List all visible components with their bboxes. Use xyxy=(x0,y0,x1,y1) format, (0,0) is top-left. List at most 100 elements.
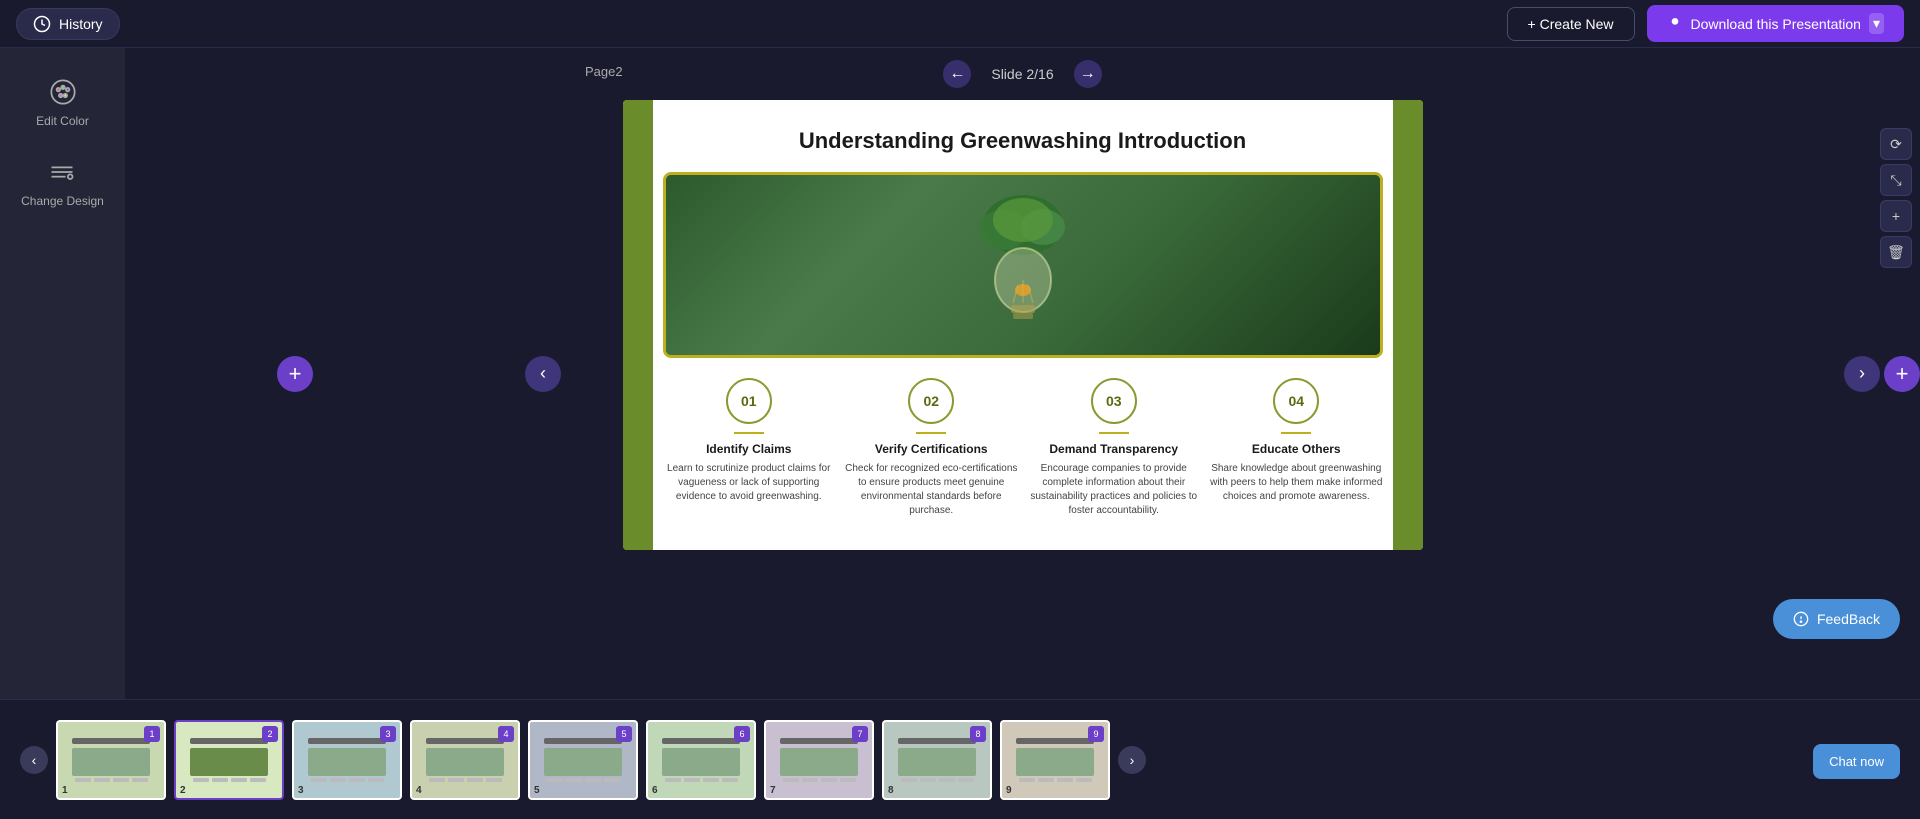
add-slide-left-button[interactable]: + xyxy=(277,356,313,392)
zoom-in-tool-button[interactable]: + xyxy=(1880,200,1912,232)
thumb-content-lines xyxy=(783,778,856,782)
slide-inner: Understanding Greenwashing Introduction xyxy=(623,100,1423,550)
thumbnail-item[interactable]: 3 3 xyxy=(292,720,402,800)
thumb-line xyxy=(250,778,266,782)
col-title: Identify Claims xyxy=(706,442,791,456)
history-button[interactable]: History xyxy=(16,8,120,40)
thumbnails-prev-button[interactable]: ‹ xyxy=(20,746,48,774)
thumb-line xyxy=(585,778,601,782)
col-number: 02 xyxy=(908,378,954,424)
thumb-line xyxy=(703,778,719,782)
prev-slide-button[interactable]: ‹ xyxy=(525,356,561,392)
col-divider xyxy=(1099,432,1129,434)
thumb-line xyxy=(448,778,464,782)
download-chevron-icon: ▾ xyxy=(1869,13,1884,34)
thumb-title-line xyxy=(190,738,268,744)
slide-content: Understanding Greenwashing Introduction xyxy=(623,100,1423,550)
slide-title: Understanding Greenwashing Introduction xyxy=(663,128,1383,154)
sidebar: Edit Color Change Design xyxy=(0,48,125,699)
palette-icon xyxy=(49,78,77,106)
thumb-content-lines xyxy=(547,778,620,782)
thumb-line xyxy=(1019,778,1035,782)
next-slide-button[interactable]: › xyxy=(1844,356,1880,392)
thumb-title-line xyxy=(308,738,386,744)
thumb-line xyxy=(1057,778,1073,782)
prev-slide-nav-button[interactable]: ← xyxy=(943,60,971,88)
thumb-title-line xyxy=(544,738,622,744)
thumbnail-badge: 2 xyxy=(262,726,278,742)
thumbnail-item[interactable]: 6 6 xyxy=(646,720,756,800)
refresh-tool-button[interactable]: ⟳ xyxy=(1880,128,1912,160)
slide-image-bg xyxy=(666,175,1380,355)
download-button[interactable]: Download this Presentation ▾ xyxy=(1647,5,1904,42)
thumb-line xyxy=(75,778,91,782)
feedback-label: FeedBack xyxy=(1817,611,1880,627)
thumb-line xyxy=(1076,778,1092,782)
col-divider xyxy=(1281,432,1311,434)
thumbnail-badge: 5 xyxy=(616,726,632,742)
thumb-content-lines xyxy=(901,778,974,782)
page-label: Page2 xyxy=(585,64,623,79)
chat-now-button[interactable]: Chat now xyxy=(1813,744,1900,779)
download-icon xyxy=(1667,16,1683,32)
thumb-title-line xyxy=(1016,738,1094,744)
thumb-line xyxy=(547,778,563,782)
slide-column-item: 03 Demand Transparency Encourage compani… xyxy=(1028,378,1201,518)
slide-image-wrapper xyxy=(663,172,1383,358)
thumbnail-item[interactable]: 2 2 xyxy=(174,720,284,800)
thumb-img-block xyxy=(1016,748,1094,776)
col-desc: Learn to scrutinize product claims for v… xyxy=(663,462,836,504)
thumb-line xyxy=(722,778,738,782)
slide-indicator: Slide 2/16 xyxy=(991,66,1053,82)
thumb-content-lines xyxy=(429,778,502,782)
col-title: Verify Certifications xyxy=(875,442,988,456)
history-label: History xyxy=(59,16,103,32)
thumb-line xyxy=(1038,778,1054,782)
thumbnail-number: 5 xyxy=(534,785,540,796)
delete-tool-button[interactable]: 🗑 xyxy=(1880,236,1912,268)
thumb-title-line xyxy=(662,738,740,744)
thumb-line xyxy=(467,778,483,782)
thumb-line xyxy=(802,778,818,782)
thumbnails-next-button[interactable]: › xyxy=(1118,746,1146,774)
thumb-line xyxy=(486,778,502,782)
thumbnail-item[interactable]: 5 5 xyxy=(528,720,638,800)
thumbnail-badge: 1 xyxy=(144,726,160,742)
thumbnail-item[interactable]: 8 8 xyxy=(882,720,992,800)
sidebar-item-edit-color[interactable]: Edit Color xyxy=(36,78,89,128)
col-number: 03 xyxy=(1091,378,1137,424)
thumbnail-badge: 4 xyxy=(498,726,514,742)
thumb-line xyxy=(901,778,917,782)
change-design-label: Change Design xyxy=(21,194,104,208)
thumbnail-number: 8 xyxy=(888,785,894,796)
thumbnail-item[interactable]: 9 9 xyxy=(1000,720,1110,800)
create-new-button[interactable]: + Create New xyxy=(1507,7,1635,41)
resize-tool-button[interactable]: ⤡ xyxy=(1880,164,1912,196)
thumb-img-block xyxy=(72,748,150,776)
feedback-button[interactable]: FeedBack xyxy=(1773,599,1900,639)
sidebar-item-change-design[interactable]: Change Design xyxy=(21,158,104,208)
topbar: History + Create New Download this Prese… xyxy=(0,0,1920,48)
four-columns: 01 Identify Claims Learn to scrutinize p… xyxy=(663,378,1383,518)
lightbulb-illustration xyxy=(963,185,1083,345)
thumb-line xyxy=(665,778,681,782)
col-title: Demand Transparency xyxy=(1049,442,1178,456)
thumb-line xyxy=(113,778,129,782)
thumb-line xyxy=(840,778,856,782)
col-title: Educate Others xyxy=(1252,442,1341,456)
next-slide-nav-button[interactable]: → xyxy=(1074,60,1102,88)
thumb-line xyxy=(566,778,582,782)
thumbnail-number: 2 xyxy=(180,785,186,796)
chat-now-label: Chat now xyxy=(1829,754,1884,769)
add-slide-right-button[interactable]: + xyxy=(1884,356,1920,392)
thumb-img-block xyxy=(662,748,740,776)
thumbnail-number: 1 xyxy=(62,785,68,796)
thumb-line xyxy=(231,778,247,782)
slide-green-left-bar xyxy=(623,100,653,550)
thumbnail-item[interactable]: 1 1 xyxy=(56,720,166,800)
thumb-line xyxy=(330,778,346,782)
thumbnail-item[interactable]: 7 7 xyxy=(764,720,874,800)
thumbnail-item[interactable]: 4 4 xyxy=(410,720,520,800)
thumb-line xyxy=(920,778,936,782)
col-number: 01 xyxy=(726,378,772,424)
